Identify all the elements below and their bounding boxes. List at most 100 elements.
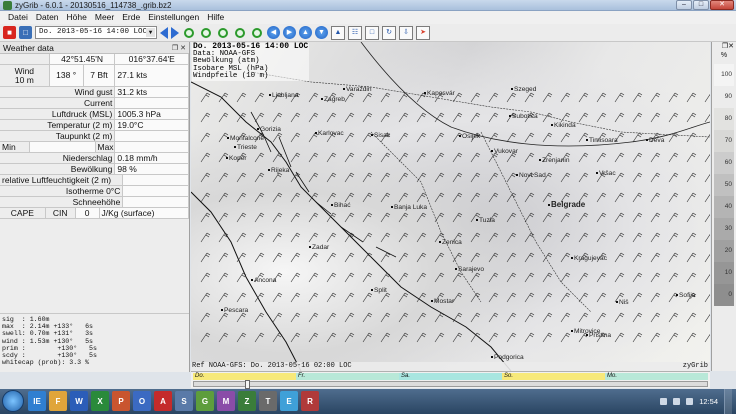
menu-datei[interactable]: Datei (4, 11, 32, 24)
wind-barb (344, 132, 355, 143)
zoom-fit-icon[interactable] (216, 26, 230, 40)
menu-einstellungen[interactable]: Einstellungen (144, 11, 203, 24)
taskbar-app-icon[interactable]: S (175, 391, 193, 411)
wind-barb (632, 252, 643, 263)
city-label: Vukovar (491, 148, 518, 155)
wind-barb (686, 212, 697, 223)
zoom-selection-icon[interactable] (250, 26, 264, 40)
wind-barb (326, 112, 337, 123)
scale-controls[interactable]: ❐✕ (712, 42, 736, 52)
tray-network-icon[interactable] (673, 398, 681, 405)
tray-volume-icon[interactable] (686, 398, 694, 405)
wind-barb (362, 252, 373, 263)
rocket-icon[interactable]: ➤ (416, 25, 430, 40)
wind-barb (686, 112, 697, 123)
dewpoint-row: Taupunkt (2 m) (0, 131, 189, 142)
wind-barb (218, 92, 229, 103)
selection-icon[interactable]: □ (365, 25, 379, 40)
menu-meer[interactable]: Meer (91, 11, 118, 24)
wind-barb (470, 192, 481, 203)
menu-daten[interactable]: Daten (32, 11, 63, 24)
wind-barb (506, 232, 517, 243)
zoom-out-icon[interactable] (199, 26, 213, 40)
next-step-icon[interactable] (171, 26, 179, 39)
wave-line: swell: 0.70m +131° 3s (2, 330, 94, 338)
taskbar-app-icon[interactable]: G (196, 391, 214, 411)
wind-barb (632, 312, 643, 323)
pan-down-icon[interactable]: ▼ (315, 26, 328, 39)
download-icon[interactable]: ⇩ (399, 25, 413, 40)
wind-barb (560, 252, 571, 263)
dewpoint-label: Taupunkt (2 m) (0, 131, 116, 141)
temperature-value: 19.0°C (115, 120, 189, 130)
date-select[interactable]: Do. 2013-05-16 14:00 LOC ▼ (35, 26, 157, 39)
taskbar-app-icon[interactable]: P (112, 391, 130, 411)
wave-line: wind : 1.53m +130° 5s (2, 337, 94, 345)
scale-step: 90 (714, 86, 734, 108)
city-label: Subotica (509, 113, 538, 120)
taskbar-app-icon[interactable]: T (259, 391, 277, 411)
open-folder-icon[interactable]: □ (19, 26, 32, 39)
taskbar-app-icon[interactable]: IE (28, 391, 46, 411)
taskbar-app-icon[interactable]: E (280, 391, 298, 411)
wind-barb (596, 92, 607, 103)
scale-unit: % (720, 52, 728, 59)
wind-barb (506, 132, 517, 143)
boat-icon[interactable]: ▲ (331, 25, 345, 40)
weather-map[interactable]: Do. 2013-05-16 14:00 LOC Data: NOAA-GFS … (191, 42, 710, 371)
menu-hoehe[interactable]: Höhe (63, 11, 91, 24)
stop-icon[interactable]: ■ (3, 26, 16, 39)
pan-left-icon[interactable]: ◀ (267, 26, 280, 39)
meteotable-icon[interactable]: ☷ (348, 25, 362, 40)
menu-hilfe[interactable]: Hilfe (203, 11, 228, 24)
wind-barb (200, 232, 211, 243)
precipitation-label: Niederschlag (0, 153, 116, 163)
show-desktop-button[interactable] (724, 389, 732, 414)
taskbar-app-icon[interactable]: A (154, 391, 172, 411)
wind-barb (236, 232, 247, 243)
wind-barb (632, 112, 643, 123)
wind-barb (200, 172, 211, 183)
taskbar-app-icon[interactable]: Z (238, 391, 256, 411)
city-label: Trieste (234, 144, 257, 151)
wind-barb (380, 332, 391, 343)
wind-barb (452, 212, 463, 223)
time-track[interactable] (193, 380, 708, 389)
taskbar-app-icon[interactable]: O (133, 391, 151, 411)
wind-barb (668, 312, 679, 323)
route-icon[interactable]: ↻ (382, 25, 396, 40)
menu-erde[interactable]: Erde (118, 11, 144, 24)
wind-barb (686, 92, 697, 103)
clock[interactable]: 12:54 (699, 397, 718, 406)
previous-step-icon[interactable] (160, 26, 168, 39)
wind-barb (650, 292, 661, 303)
panel-float-close-icon[interactable]: ❐ ✕ (172, 44, 186, 52)
maximize-button[interactable]: □ (693, 0, 709, 10)
time-slider-handle[interactable] (245, 380, 250, 389)
tray-flag-icon[interactable] (660, 398, 668, 405)
taskbar-app-icon[interactable]: X (91, 391, 109, 411)
taskbar-app-icon[interactable]: W (70, 391, 88, 411)
pan-up-icon[interactable]: ▲ (299, 26, 312, 39)
close-button[interactable]: ✕ (710, 0, 734, 10)
taskbar-app-icon[interactable]: M (217, 391, 235, 411)
wind-barb (362, 112, 373, 123)
minimize-button[interactable]: – (676, 0, 692, 10)
day-label: Mo. (605, 373, 708, 380)
zoom-area-icon[interactable] (233, 26, 247, 40)
wind-barb (272, 312, 283, 323)
wind-barb (452, 192, 463, 203)
precipitation-value: 0.18 mm/h (115, 153, 189, 163)
title-bar: zyGrib - 6.0.1 - 20130516_114738_.grib.b… (0, 0, 736, 11)
wind-barb (398, 272, 409, 283)
wind-barb (506, 332, 517, 343)
taskbar-app-icon[interactable]: R (301, 391, 319, 411)
pan-right-icon[interactable]: ▶ (283, 26, 296, 39)
start-button[interactable] (2, 390, 24, 412)
wind-barb (470, 172, 481, 183)
taskbar-app-icon[interactable]: F (49, 391, 67, 411)
zoom-in-icon[interactable] (182, 26, 196, 40)
city-label: Sisak (371, 132, 390, 139)
city-label: Karlovac (315, 130, 344, 137)
scale-step: 60 (714, 152, 734, 174)
